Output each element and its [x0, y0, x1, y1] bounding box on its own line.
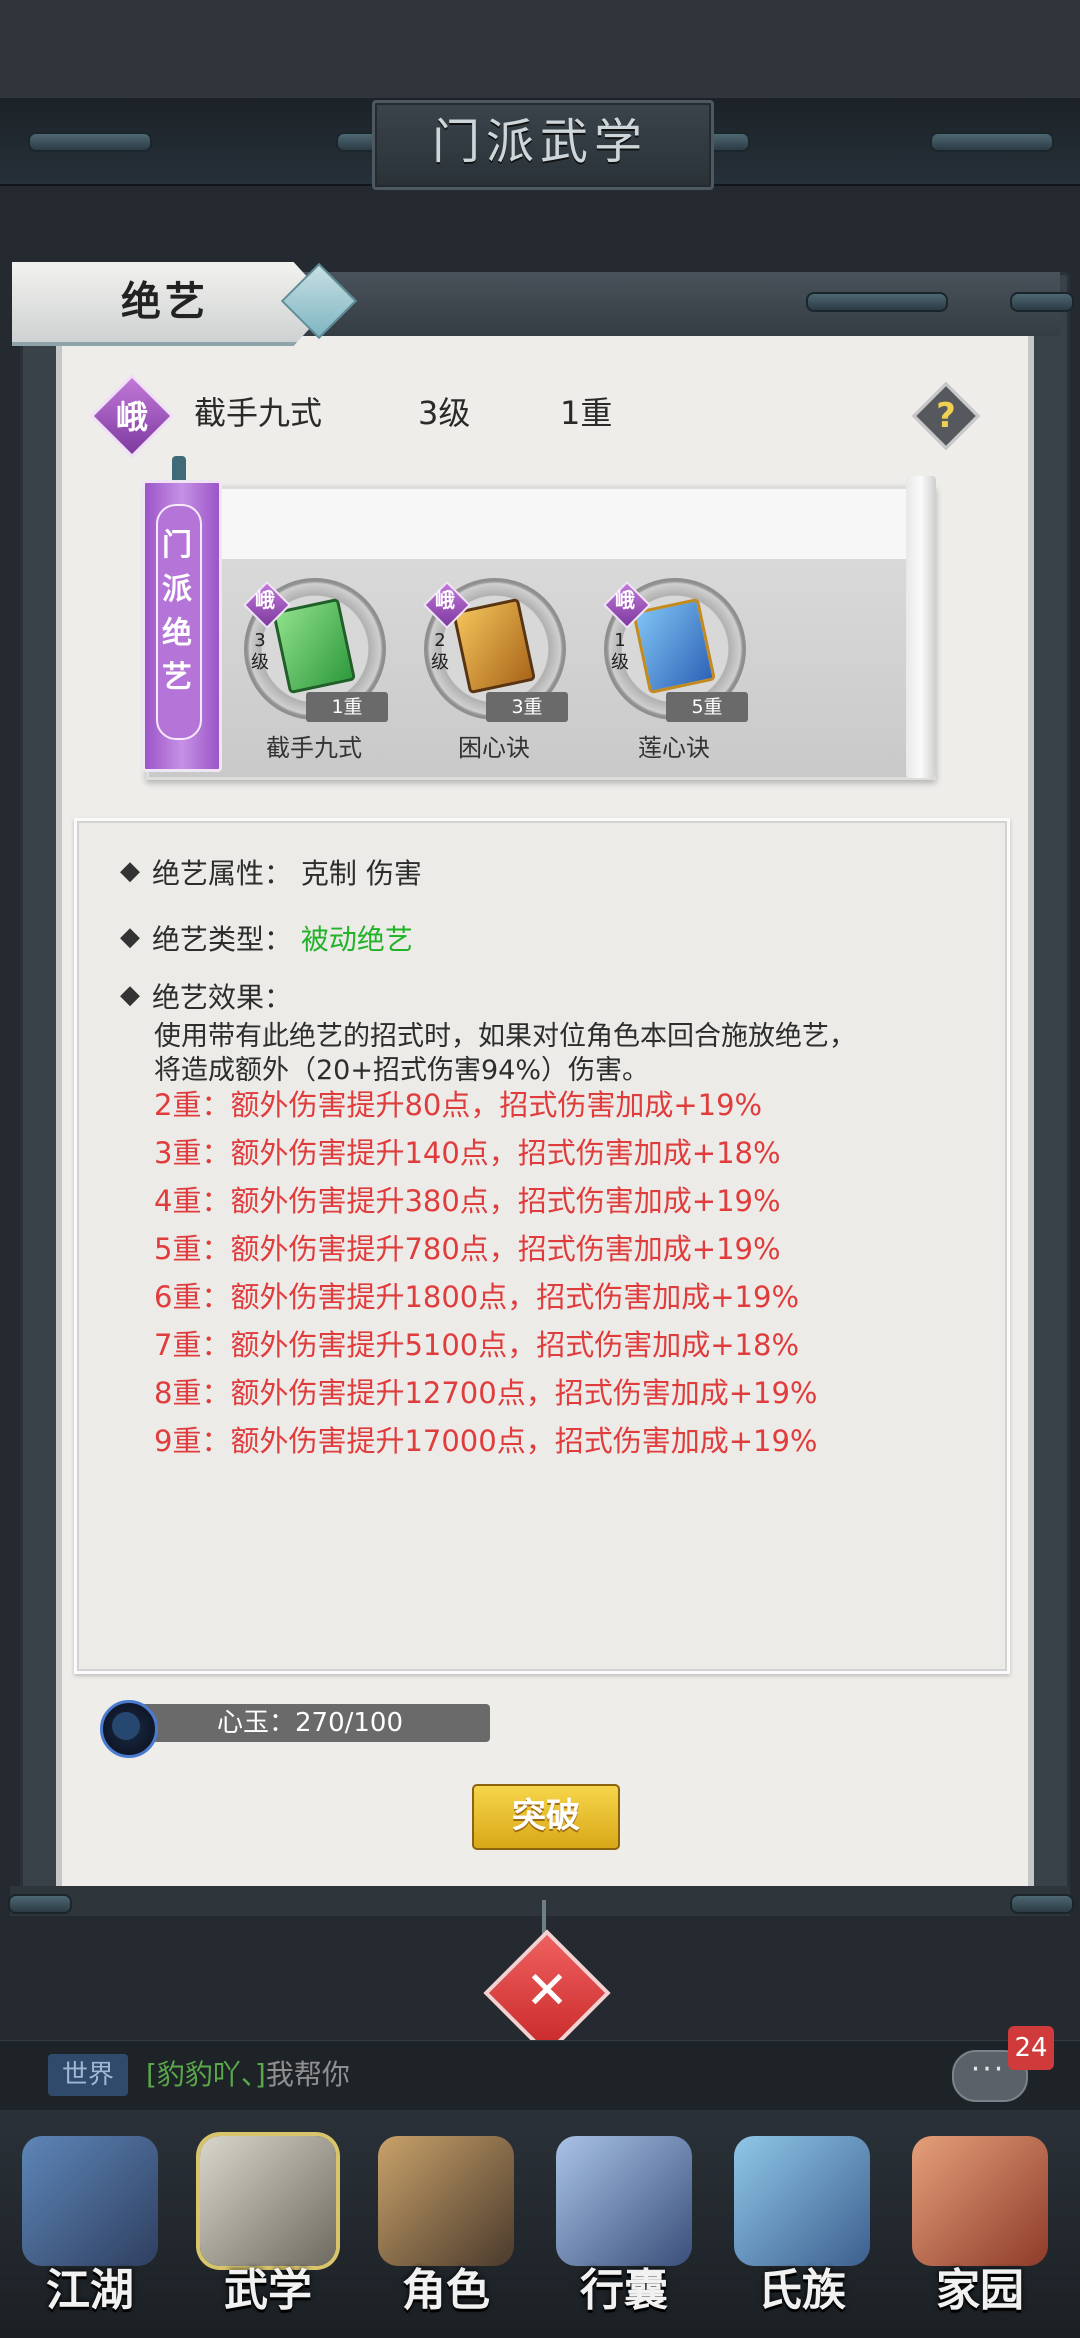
attribute-value: 克制 伤害 [300, 857, 422, 890]
tier-effect-line: 6重：额外伤害提升1800点，招式伤害加成+19% [154, 1280, 800, 1314]
skill-level: 1级 [608, 630, 632, 674]
level-digit: 1 [614, 630, 626, 651]
nav-label: 家园 [936, 2265, 1024, 2316]
character-icon [378, 2136, 514, 2266]
chat-sender: [豹豹吖、] [146, 2058, 266, 2091]
bullet-icon: ◆ [120, 980, 140, 1010]
level-unit: 级 [431, 652, 449, 673]
level-unit: 级 [251, 652, 269, 673]
heart-jade-bar: 心玉：270/100 [130, 1704, 490, 1742]
type-row: 绝艺类型： 被动绝艺 [152, 918, 413, 958]
bullet-icon: ◆ [120, 922, 140, 952]
bag-icon [556, 2136, 692, 2266]
sect-badge-glyph: 峨 [435, 588, 455, 612]
nav-label: 行囊 [580, 2265, 668, 2316]
home-icon [912, 2136, 1048, 2266]
tier-badge: 3重 [486, 692, 568, 722]
tier-effect-line: 3重：额外伤害提升140点，招式伤害加成+18% [154, 1136, 781, 1170]
level-digit: 2 [434, 630, 446, 651]
chat-message[interactable]: [豹豹吖、]我帮你 [146, 2052, 350, 2098]
scroll-bottom [10, 1886, 1070, 1916]
sect-badge-glyph: 峨 [115, 398, 148, 436]
nav-jianghu[interactable]: 江湖 [2, 2126, 178, 2322]
attribute-row: 绝艺属性： 克制 伤害 [152, 852, 422, 892]
decor-rod [1010, 1894, 1074, 1914]
nav-wuxue[interactable]: 武学 [180, 2126, 356, 2322]
slot-skill-name: 截手九式 [266, 734, 362, 762]
nav-shizu[interactable]: 氏族 [714, 2126, 890, 2322]
status-area [0, 0, 1080, 98]
sect-skills-banner-label: 门派绝艺 [162, 528, 192, 695]
close-icon[interactable]: ✕ [502, 1948, 592, 2034]
tab-label: 绝艺 [121, 278, 209, 325]
skill-tier: 1重 [560, 394, 613, 432]
tier-badge: 1重 [306, 692, 388, 722]
decor-rod [1010, 292, 1074, 312]
decor-rod [8, 1894, 72, 1914]
sect-badge-glyph: 峨 [255, 588, 275, 612]
help-icon[interactable]: ? [918, 388, 974, 444]
jianghu-icon [22, 2136, 158, 2266]
skill-level: 3级 [248, 630, 272, 674]
decor-rod-right [930, 132, 1054, 152]
breakthrough-button[interactable]: 突破 [472, 1784, 620, 1850]
sect-badge-glyph: 峨 [615, 588, 635, 612]
level-unit: 级 [611, 652, 629, 673]
page-title: 门派武学 [431, 114, 648, 170]
unread-count-badge: 24 [1008, 2026, 1054, 2070]
tier-effect-line: 8重：额外伤害提升12700点，招式伤害加成+19% [154, 1376, 818, 1410]
chat-text: 我帮你 [265, 2058, 350, 2091]
heart-jade-icon-core [112, 1712, 140, 1740]
tier-effect-line: 5重：额外伤害提升780点，招式伤害加成+19% [154, 1232, 781, 1266]
clan-hall-icon [734, 2136, 870, 2266]
tier-effect-line: 7重：额外伤害提升5100点，招式伤害加成+18% [154, 1328, 800, 1362]
skill-level: 2级 [428, 630, 452, 674]
effect-label: 绝艺效果： [152, 981, 293, 1014]
tier-effect-line: 4重：额外伤害提升380点，招式伤害加成+19% [154, 1184, 781, 1218]
nav-label: 角色 [402, 2265, 490, 2316]
level-digit: 3 [254, 630, 266, 651]
decor-rod-left [28, 132, 152, 152]
attribute-label: 绝艺属性： [152, 857, 293, 890]
tier-effect-line: 9重：额外伤害提升17000点，招式伤害加成+19% [154, 1424, 818, 1458]
type-value: 被动绝艺 [300, 923, 413, 956]
tier-badge: 5重 [666, 692, 748, 722]
skill-name: 截手九式 [194, 394, 323, 432]
chat-channel-tag[interactable]: 世界 [48, 2054, 128, 2096]
slot-skill-name: 困心诀 [458, 734, 530, 762]
nav-label: 武学 [224, 2265, 312, 2316]
scroll-roller [906, 476, 936, 778]
tier-effect-line: 2重：额外伤害提升80点，招式伤害加成+19% [154, 1088, 763, 1122]
nav-label: 氏族 [758, 2265, 846, 2316]
bullet-icon: ◆ [120, 856, 140, 886]
slot-skill-name: 莲心诀 [638, 734, 710, 762]
nav-xingnang[interactable]: 行囊 [536, 2126, 712, 2322]
scroll-icon [200, 2136, 336, 2266]
nav-jiayuan[interactable]: 家园 [892, 2126, 1068, 2322]
nav-label: 江湖 [46, 2265, 134, 2316]
nav-juese[interactable]: 角色 [358, 2126, 534, 2322]
type-label: 绝艺类型： [152, 923, 293, 956]
skill-level: 3级 [418, 394, 471, 432]
decor-rod [806, 292, 948, 312]
